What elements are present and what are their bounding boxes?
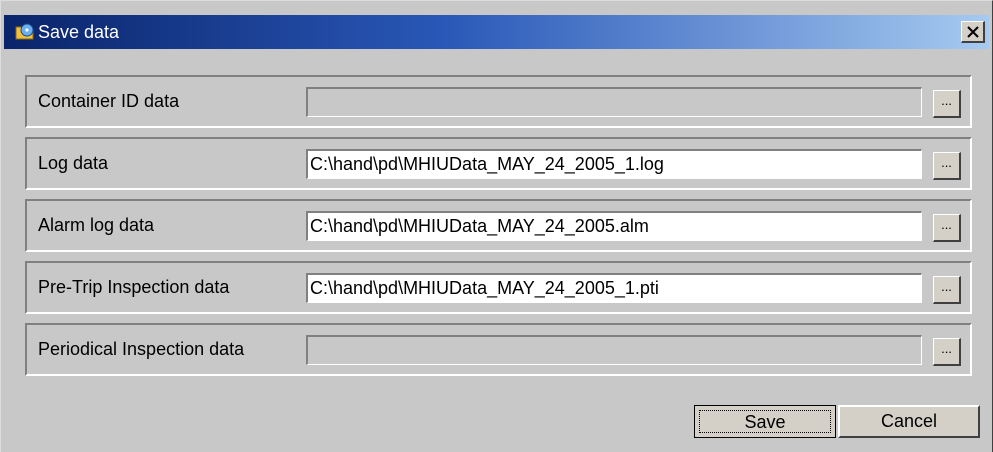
alarm-log-data-field[interactable]: C:\hand\pd\MHIUData_MAY_24_2005.alm bbox=[306, 211, 922, 241]
periodical-inspection-data-field bbox=[306, 335, 922, 365]
close-button[interactable] bbox=[961, 21, 985, 43]
folder-disk-icon bbox=[15, 23, 34, 40]
save-data-dialog: Save data Container ID data ... Log data… bbox=[0, 0, 993, 452]
alarm-log-data-browse-button[interactable]: ... bbox=[933, 214, 961, 242]
window-title: Save data bbox=[38, 22, 120, 42]
pre-trip-inspection-data-field[interactable]: C:\hand\pd\MHIUData_MAY_24_2005_1.pti bbox=[306, 273, 922, 303]
row-alarm-log-data: Alarm log data C:\hand\pd\MHIUData_MAY_2… bbox=[25, 199, 972, 252]
periodical-inspection-data-label: Periodical Inspection data bbox=[38, 339, 245, 359]
row-periodical-inspection-data: Periodical Inspection data ... bbox=[25, 323, 972, 376]
title-bar[interactable]: Save data bbox=[4, 15, 989, 49]
container-id-label: Container ID data bbox=[38, 91, 180, 111]
close-icon bbox=[966, 25, 979, 38]
container-id-browse-button[interactable]: ... bbox=[933, 90, 961, 118]
log-data-field[interactable]: C:\hand\pd\MHIUData_MAY_24_2005_1.log bbox=[306, 149, 922, 179]
save-button-label: Save bbox=[699, 410, 831, 433]
log-data-browse-button[interactable]: ... bbox=[933, 152, 961, 180]
row-container-id: Container ID data ... bbox=[25, 75, 972, 128]
cancel-button[interactable]: Cancel bbox=[838, 405, 980, 438]
row-log-data: Log data C:\hand\pd\MHIUData_MAY_24_2005… bbox=[25, 137, 972, 190]
alarm-log-data-label: Alarm log data bbox=[38, 215, 155, 235]
periodical-inspection-data-browse-button[interactable]: ... bbox=[933, 338, 961, 366]
log-data-label: Log data bbox=[38, 153, 109, 173]
pre-trip-inspection-data-label: Pre-Trip Inspection data bbox=[38, 277, 230, 297]
container-id-field bbox=[306, 87, 922, 117]
save-button[interactable]: Save bbox=[694, 405, 836, 438]
row-pre-trip-inspection-data: Pre-Trip Inspection data C:\hand\pd\MHIU… bbox=[25, 261, 972, 314]
pre-trip-inspection-data-browse-button[interactable]: ... bbox=[933, 276, 961, 304]
